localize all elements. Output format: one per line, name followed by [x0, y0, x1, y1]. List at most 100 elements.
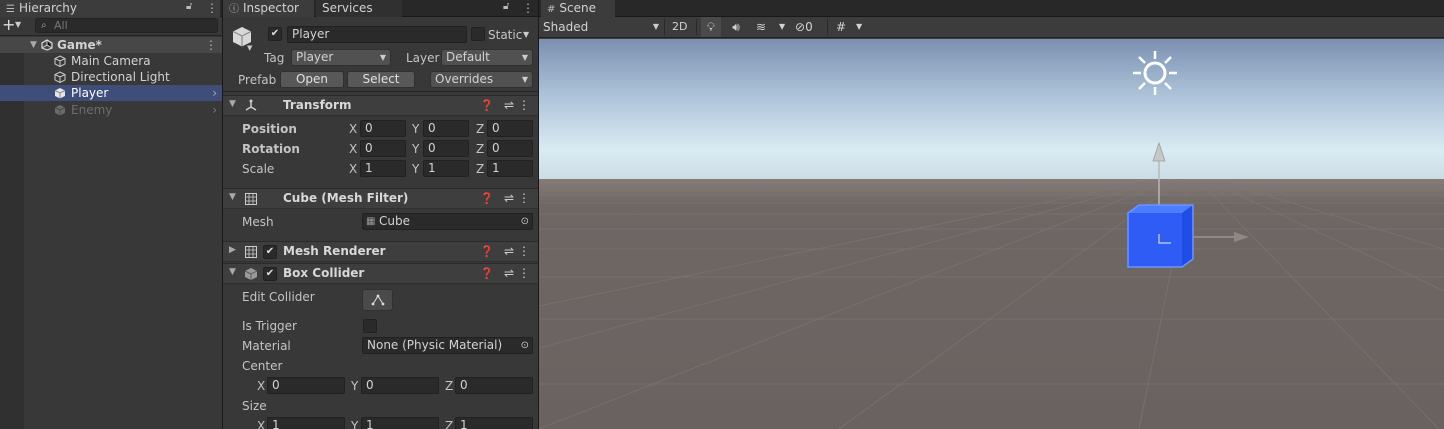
prefab-select-button[interactable]: Select [347, 71, 415, 88]
position-x-field[interactable]: 0 [360, 120, 406, 137]
active-checkbox[interactable]: ✔ [268, 27, 282, 41]
help-icon[interactable]: ❓ [480, 245, 494, 258]
box-collider-header[interactable]: ▼ ✔ Box Collider ❓ ⇌ ⋮ [223, 263, 538, 284]
position-label: Position [242, 122, 297, 136]
hierarchy-item-directional-light[interactable]: Directional Light [0, 69, 222, 85]
size-x-field[interactable]: 1 [267, 417, 345, 429]
object-picker-icon[interactable]: ⊙ [521, 214, 529, 229]
scale-x-field[interactable]: 1 [360, 160, 406, 177]
effects-dropdown-icon[interactable]: ▼ [779, 17, 785, 37]
rotation-x-field[interactable]: 0 [360, 140, 406, 157]
layer-dropdown[interactable]: Default ▼ [441, 49, 533, 66]
object-name-field[interactable]: Player [287, 26, 467, 43]
axis-y-label: Y [412, 142, 420, 156]
tag-dropdown[interactable]: Player ▼ [291, 49, 391, 66]
is-trigger-checkbox[interactable] [363, 319, 377, 333]
transform-icon [244, 99, 258, 113]
foldout-open-icon[interactable]: ▼ [229, 267, 236, 277]
scene-panel: # Scene Shaded ▼ 2D 💡︎ 🔊︎ ≋ ▼ ⊘0 # ▼ [539, 0, 1444, 429]
center-y-field[interactable]: 0 [361, 377, 439, 394]
transform-header[interactable]: ▼ Transform ❓ ⇌ ⋮ [223, 95, 538, 116]
hierarchy-item-player[interactable]: Player › [0, 85, 222, 101]
presets-icon[interactable]: ⇌ [504, 244, 514, 258]
scene-visibility-toggle[interactable]: ⊘0 [795, 17, 823, 37]
more-icon[interactable]: ⋮ [206, 2, 218, 14]
mesh-renderer-header[interactable]: ▶ ✔ Mesh Renderer ❓ ⇌ ⋮ [223, 241, 538, 262]
help-icon[interactable]: ❓ [480, 267, 494, 280]
hierarchy-toolbar: + ▼ ⌕ All [0, 15, 222, 36]
presets-icon[interactable]: ⇌ [504, 191, 514, 205]
scene-menu-icon[interactable]: ⋮ [205, 39, 217, 51]
prefab-open-button[interactable]: Open [280, 71, 344, 88]
add-icon[interactable]: + [2, 15, 15, 34]
size-z-field[interactable]: 1 [455, 417, 533, 429]
hierarchy-item-game-scene[interactable]: ▼ Game* ⋮ [0, 37, 222, 53]
component-menu-icon[interactable]: ⋮ [518, 244, 530, 258]
component-menu-icon[interactable]: ⋮ [518, 98, 530, 112]
hierarchy-item-enemy[interactable]: Enemy › [0, 102, 222, 118]
material-object-field[interactable]: None (Physic Material) ⊙ [362, 337, 533, 354]
more-icon[interactable]: ⋮ [522, 2, 534, 14]
component-menu-icon[interactable]: ⋮ [518, 266, 530, 280]
rotation-z-field[interactable]: 0 [487, 140, 533, 157]
rotation-y-field[interactable]: 0 [423, 140, 469, 157]
tab-services[interactable]: Services [316, 0, 402, 17]
chevron-right-icon[interactable]: › [212, 102, 217, 118]
lock-icon[interactable]: 🔓︎ [503, 1, 509, 12]
presets-icon[interactable]: ⇌ [504, 98, 514, 112]
lock-icon[interactable]: 🔓︎ [186, 1, 192, 12]
hierarchy-search-input[interactable]: ⌕ All [35, 18, 218, 33]
box-collider-enabled-checkbox[interactable]: ✔ [263, 267, 277, 281]
draw-mode-dropdown[interactable]: Shaded ▼ [543, 17, 659, 37]
grid-dropdown-icon[interactable]: ▼ [856, 17, 862, 37]
expand-arrow-icon[interactable]: ▼ [30, 37, 37, 53]
foldout-open-icon[interactable]: ▼ [229, 192, 236, 202]
component-menu-icon[interactable]: ⋮ [518, 191, 530, 205]
player-cube[interactable] [1127, 204, 1194, 268]
tab-inspector-label: Inspector [243, 1, 299, 15]
mesh-renderer-icon [244, 245, 258, 259]
grid-toggle[interactable]: # [831, 17, 851, 37]
edit-collider-button[interactable] [362, 289, 393, 311]
position-z-field[interactable]: 0 [487, 120, 533, 137]
grid-icon: # [835, 20, 847, 34]
scale-z-field[interactable]: 1 [487, 160, 533, 177]
lighting-toggle[interactable]: 💡︎ [701, 17, 721, 37]
2d-toggle[interactable]: 2D [672, 17, 687, 37]
tab-scene[interactable]: # Scene [541, 0, 615, 17]
static-dropdown-icon[interactable]: ▼ [523, 30, 529, 39]
mesh-renderer-enabled-checkbox[interactable]: ✔ [263, 245, 277, 259]
scene-view-canvas[interactable] [539, 39, 1444, 429]
chevron-right-icon[interactable]: › [212, 85, 217, 101]
scene-viewport[interactable] [539, 39, 1444, 429]
position-y-field[interactable]: 0 [423, 120, 469, 137]
hierarchy-panel: ☰ Hierarchy 🔓︎ ⋮ + ▼ ⌕ All ▼ Game* ⋮ Main… [0, 0, 222, 429]
scale-y-field[interactable]: 1 [423, 160, 469, 177]
center-label: Center [242, 359, 283, 373]
static-label: Static [488, 28, 523, 42]
add-dropdown-icon[interactable]: ▼ [15, 20, 21, 29]
prefab-overrides-dropdown[interactable]: Overrides ▼ [430, 71, 533, 88]
help-icon[interactable]: ❓ [480, 192, 494, 205]
tab-inspector[interactable]: ⓘ Inspector [223, 0, 314, 17]
mesh-filter-header[interactable]: ▼ Cube (Mesh Filter) ❓ ⇌ ⋮ [223, 188, 538, 209]
foldout-closed-icon[interactable]: ▶ [229, 245, 236, 255]
axis-y-label: Y [351, 379, 359, 393]
mesh-object-field[interactable]: ▦ Cube ⊙ [362, 213, 533, 230]
size-y-field[interactable]: 1 [361, 417, 439, 429]
foldout-open-icon[interactable]: ▼ [229, 99, 236, 109]
hierarchy-tabbar: ☰ Hierarchy 🔓︎ ⋮ [0, 0, 222, 17]
center-z-field[interactable]: 0 [455, 377, 533, 394]
effects-toggle[interactable]: ≋ [751, 17, 771, 37]
center-x-field[interactable]: 0 [267, 377, 345, 394]
presets-icon[interactable]: ⇌ [504, 266, 514, 280]
help-icon[interactable]: ❓ [480, 99, 494, 112]
audio-toggle[interactable]: 🔊︎ [726, 17, 746, 37]
mesh-value: Cube [379, 214, 410, 228]
object-picker-icon[interactable]: ⊙ [521, 338, 529, 353]
static-checkbox[interactable] [471, 27, 485, 41]
axis-x-label: X [349, 142, 358, 156]
tab-services-label: Services [322, 1, 373, 15]
hierarchy-item-main-camera[interactable]: Main Camera [0, 53, 222, 69]
icon-dropdown-icon[interactable]: ▼ [247, 44, 252, 52]
